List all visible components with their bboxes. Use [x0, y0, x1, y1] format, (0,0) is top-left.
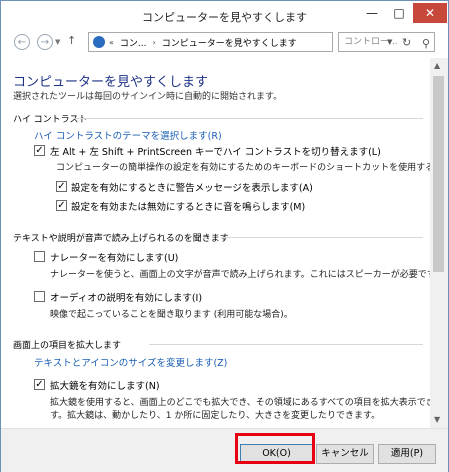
sound-checkbox[interactable]: ✓ — [56, 200, 67, 211]
ok-button-highlight — [235, 433, 315, 464]
address-bar[interactable]: « コン... › コンピューターを見やすくします ▼ ↻ — [88, 32, 411, 52]
forward-button[interactable]: → — [37, 34, 53, 50]
scroll-down-arrow-icon[interactable]: ▼ — [434, 415, 440, 424]
apply-button[interactable]: 適用(P) — [378, 444, 436, 464]
audio-description-note: 映像で起こっていることを聞き取ります (利用可能な場合)。 — [50, 310, 293, 320]
high-contrast-theme-link[interactable]: ハイ コントラストのテーマを選択します(R) — [34, 128, 222, 142]
up-button[interactable]: ↑ — [67, 34, 76, 47]
magnifier-checkbox[interactable]: ✓ — [34, 379, 45, 390]
section-divider — [73, 118, 423, 119]
text-icon-size-link[interactable]: テキストとアイコンのサイズを変更します(Z) — [34, 355, 227, 369]
high-contrast-shortcut-label[interactable]: 左 Alt + 左 Shift + PrintScreen キーでハイ コントラ… — [50, 144, 381, 158]
breadcrumb-separator-icon[interactable]: › — [153, 38, 156, 47]
search-icon[interactable]: ⚲ — [422, 35, 430, 53]
scrollbar-thumb[interactable] — [433, 76, 444, 272]
section-heading: 画面上の項目を拡大します — [13, 341, 122, 351]
narrator-checkbox[interactable] — [34, 251, 45, 262]
audio-description-checkbox[interactable] — [34, 291, 45, 302]
navigation-bar: ← → ▼ ↑ « コン... › コンピューターを見やすくします ▼ ↻ コン… — [1, 32, 448, 54]
audio-description-label[interactable]: オーディオの説明を有効にします(I) — [50, 290, 202, 304]
narrator-note: ナレーターを使うと、画面上の文字が音声で読み上げられます。これにはスピーカーが必… — [50, 270, 430, 280]
control-panel-icon — [93, 36, 105, 48]
search-input[interactable]: コントロー... ⚲ — [338, 32, 435, 52]
search-placeholder: コントロー... — [344, 37, 398, 47]
maximize-button[interactable]: □ — [386, 3, 412, 23]
page-subtitle: 選択されたツールは毎回のサインイン時に自動的に開始されます。 — [13, 92, 283, 102]
warning-message-checkbox[interactable]: ✓ — [56, 181, 67, 192]
breadcrumb-item[interactable]: コンピューターを見やすくします — [162, 36, 297, 49]
page-title: コンピューターを見やすくします — [13, 75, 209, 90]
dialog-footer: OK(O) キャンセル 適用(P) — [1, 428, 448, 472]
cancel-button[interactable]: キャンセル — [316, 444, 374, 464]
breadcrumb-overflow[interactable]: « — [109, 38, 114, 47]
warning-message-label[interactable]: 設定を有効にするときに警告メッセージを表示します(A) — [71, 180, 313, 194]
vertical-scrollbar[interactable]: ▲ ▼ — [430, 58, 448, 428]
magnifier-label[interactable]: 拡大鏡を有効にします(N) — [50, 378, 160, 392]
magnifier-note: す。拡大鏡は、動かしたり、1 か所に固定したり、大きさを変更したりできます。 — [50, 411, 381, 421]
narrator-label[interactable]: ナレーターを有効にします(U) — [50, 250, 178, 264]
close-button[interactable]: ✕ — [413, 3, 447, 23]
title-bar: コンピューターを見やすくします — □ ✕ — [1, 1, 448, 32]
sound-label[interactable]: 設定を有効または無効にするときに音を鳴らします(M) — [71, 199, 305, 213]
scroll-up-arrow-icon[interactable]: ▲ — [434, 61, 440, 70]
back-button[interactable]: ← — [14, 34, 30, 50]
section-heading: テキストや説明が音声で読み上げられるのを聞きます — [13, 234, 229, 244]
minimize-button[interactable]: — — [359, 3, 385, 23]
settings-content: コンピューターを見やすくします 選択されたツールは毎回のサインイン時に自動的に開… — [1, 58, 430, 428]
recent-locations-dropdown-icon[interactable]: ▼ — [55, 38, 60, 46]
high-contrast-shortcut-checkbox[interactable]: ✓ — [34, 145, 45, 156]
section-divider — [149, 344, 423, 345]
shortcut-note: コンピューターの簡単操作の設定を有効にするためのキーボードのショートカットを使用… — [56, 163, 430, 173]
dialog-window: コンピューターを見やすくします — □ ✕ ← → ▼ ↑ « コン... › … — [0, 0, 449, 472]
breadcrumb-item[interactable]: コン... — [120, 36, 147, 49]
section-divider — [221, 237, 423, 238]
magnifier-note: 拡大鏡を使用すると、画面上のどこでも拡大でき、その領域にあるすべての項目を拡大表… — [50, 398, 430, 408]
